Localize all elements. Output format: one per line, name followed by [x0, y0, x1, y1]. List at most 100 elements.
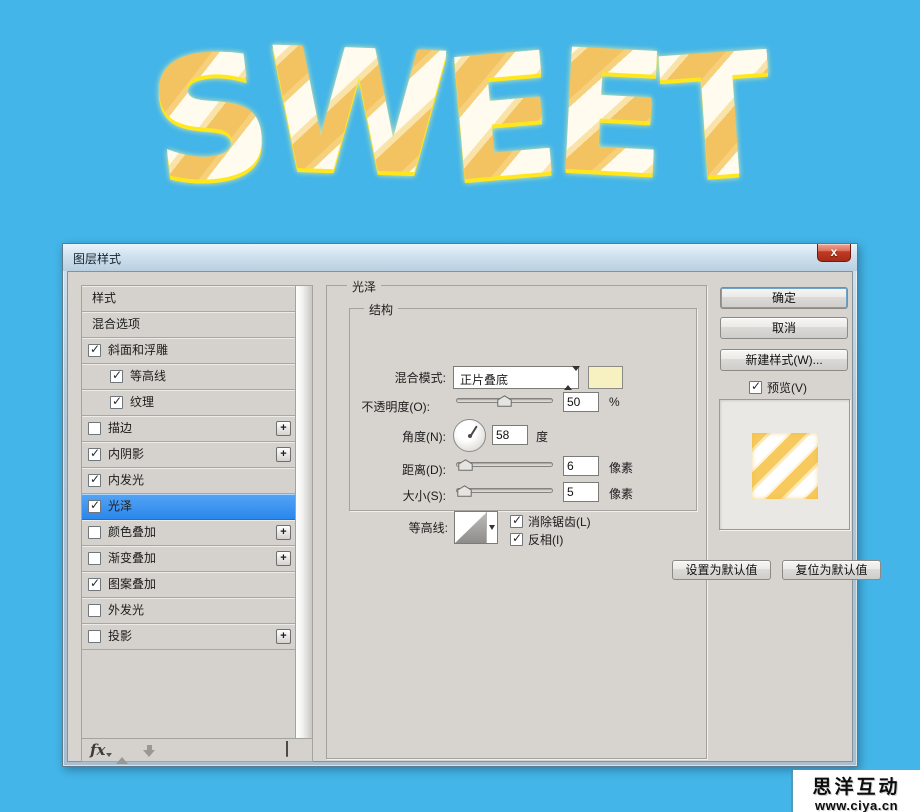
set-default-button[interactable]: 设置为默认值	[672, 560, 771, 580]
size-unit: 像素	[609, 485, 633, 502]
antialias-checkbox[interactable]: ✓ 消除锯齿(L)	[510, 513, 591, 530]
sidebar-item-pattern-overlay[interactable]: ✓ 图案叠加	[82, 572, 295, 598]
blend-mode-select[interactable]: 正片叠底	[453, 366, 579, 389]
checkbox[interactable]: ✓	[88, 552, 101, 565]
sidebar-item-label: 外发光	[108, 598, 144, 623]
checkbox[interactable]: ✓	[749, 381, 762, 394]
angle-dial[interactable]	[453, 419, 486, 452]
plus-icon[interactable]: +	[276, 629, 291, 644]
sidebar-item-label: 渐变叠加	[108, 546, 156, 571]
sidebar-item-blending-options[interactable]: 混合选项	[82, 312, 295, 338]
sidebar-item-styles[interactable]: 样式	[82, 286, 295, 312]
check-icon: ✓	[112, 368, 122, 383]
sidebar-item-texture[interactable]: ✓ 纹理	[82, 390, 295, 416]
slider-thumb[interactable]	[457, 485, 472, 497]
sidebar-item-color-overlay[interactable]: ✓ 颜色叠加 +	[82, 520, 295, 546]
sidebar-item-stroke[interactable]: ✓ 描边 +	[82, 416, 295, 442]
watermark-url: www.ciya.cn	[793, 798, 920, 812]
opacity-input[interactable]	[563, 392, 599, 412]
checkbox[interactable]: ✓	[110, 396, 123, 409]
checkbox[interactable]: ✓	[88, 474, 101, 487]
contour-picker[interactable]	[454, 511, 498, 544]
styles-list-scrollbar[interactable]	[295, 286, 312, 738]
invert-label: 反相(I)	[528, 531, 563, 548]
distance-input[interactable]	[563, 456, 599, 476]
sidebar-item-inner-shadow[interactable]: ✓ 内阴影 +	[82, 442, 295, 468]
opacity-label: 不透明度(O):	[344, 398, 430, 415]
cancel-button[interactable]: 取消	[720, 317, 848, 339]
sidebar-item-label: 等高线	[130, 364, 166, 389]
satin-color-swatch[interactable]	[588, 366, 623, 389]
check-icon: ✓	[512, 513, 522, 528]
checkbox[interactable]: ✓	[88, 448, 101, 461]
checkbox[interactable]: ✓	[510, 533, 523, 546]
checkbox[interactable]: ✓	[88, 344, 101, 357]
slider-thumb[interactable]	[458, 459, 473, 471]
slider-thumb[interactable]	[497, 395, 512, 407]
close-button[interactable]: x	[817, 244, 851, 262]
checkbox[interactable]: ✓	[88, 578, 101, 591]
move-up-icon[interactable]	[116, 743, 130, 757]
dialog-titlebar[interactable]: 图层样式 x	[63, 244, 857, 271]
trash-icon[interactable]	[286, 742, 300, 757]
sidebar-item-label: 斜面和浮雕	[108, 338, 168, 363]
checkbox[interactable]: ✓	[510, 515, 523, 528]
plus-icon[interactable]: +	[276, 447, 291, 462]
checkbox[interactable]: ✓	[88, 422, 101, 435]
reset-default-button[interactable]: 复位为默认值	[782, 560, 881, 580]
checkbox[interactable]: ✓	[88, 604, 101, 617]
antialias-label: 消除锯齿(L)	[528, 513, 591, 530]
fx-menu-button[interactable]: fx	[90, 741, 105, 759]
close-icon: x	[831, 245, 838, 259]
sidebar-item-label: 样式	[92, 286, 116, 311]
plus-icon[interactable]: +	[276, 551, 291, 566]
sidebar-item-drop-shadow[interactable]: ✓ 投影 +	[82, 624, 295, 650]
ok-button[interactable]: 确定	[720, 287, 848, 309]
distance-slider[interactable]	[456, 458, 553, 471]
size-slider[interactable]	[456, 484, 553, 497]
sidebar-item-inner-glow[interactable]: ✓ 内发光	[82, 468, 295, 494]
headline-letter: T	[656, 29, 776, 204]
satin-group-title: 光泽	[347, 278, 381, 295]
layer-style-dialog: 图层样式 x 样式 混合选项 ✓ 斜面和浮雕 ✓ 等高线	[62, 243, 858, 767]
headline-letter: E	[437, 30, 560, 207]
style-preview-thumbnail	[752, 433, 818, 499]
angle-input[interactable]	[492, 425, 528, 445]
dialog-title: 图层样式	[73, 250, 121, 267]
new-style-button[interactable]: 新建样式(W)...	[720, 349, 848, 371]
check-icon: ✓	[90, 446, 100, 461]
angle-unit: 度	[536, 428, 548, 445]
distance-unit: 像素	[609, 459, 633, 476]
headline-sweet: S W E E T	[70, 10, 850, 220]
contour-thumbnail	[455, 512, 487, 543]
move-down-icon[interactable]	[142, 743, 156, 757]
spinner-arrows-icon	[564, 371, 573, 385]
plus-icon[interactable]: +	[276, 525, 291, 540]
headline-letter: E	[549, 26, 666, 199]
checkbox[interactable]: ✓	[88, 526, 101, 539]
sidebar-item-label: 图案叠加	[108, 572, 156, 597]
size-input[interactable]	[563, 482, 599, 502]
sidebar-item-label: 投影	[108, 624, 132, 649]
checkbox[interactable]: ✓	[88, 630, 101, 643]
sidebar-item-bevel-emboss[interactable]: ✓ 斜面和浮雕	[82, 338, 295, 364]
sidebar-item-satin[interactable]: ✓ 光泽	[82, 494, 295, 520]
structure-group-title: 结构	[364, 301, 398, 318]
opacity-slider[interactable]	[456, 394, 553, 407]
contour-label: 等高线:	[362, 519, 448, 536]
sidebar-item-gradient-overlay[interactable]: ✓ 渐变叠加 +	[82, 546, 295, 572]
checkbox[interactable]: ✓	[110, 370, 123, 383]
styles-list: 样式 混合选项 ✓ 斜面和浮雕 ✓ 等高线 ✓ 纹理 ✓	[82, 286, 312, 739]
contour-dropdown-strip[interactable]	[486, 512, 497, 543]
check-icon: ✓	[90, 472, 100, 487]
sidebar-item-outer-glow[interactable]: ✓ 外发光	[82, 598, 295, 624]
blend-mode-label: 混合模式:	[360, 369, 446, 386]
checkbox[interactable]: ✓	[88, 500, 101, 513]
plus-icon[interactable]: +	[276, 421, 291, 436]
invert-checkbox[interactable]: ✓ 反相(I)	[510, 531, 563, 548]
preview-checkbox[interactable]: ✓ 预览(V)	[749, 379, 807, 396]
sidebar-item-label: 颜色叠加	[108, 520, 156, 545]
sidebar-item-contour[interactable]: ✓ 等高线	[82, 364, 295, 390]
watermark-title: 思洋互动	[793, 772, 920, 799]
sidebar-item-label: 纹理	[130, 390, 154, 415]
